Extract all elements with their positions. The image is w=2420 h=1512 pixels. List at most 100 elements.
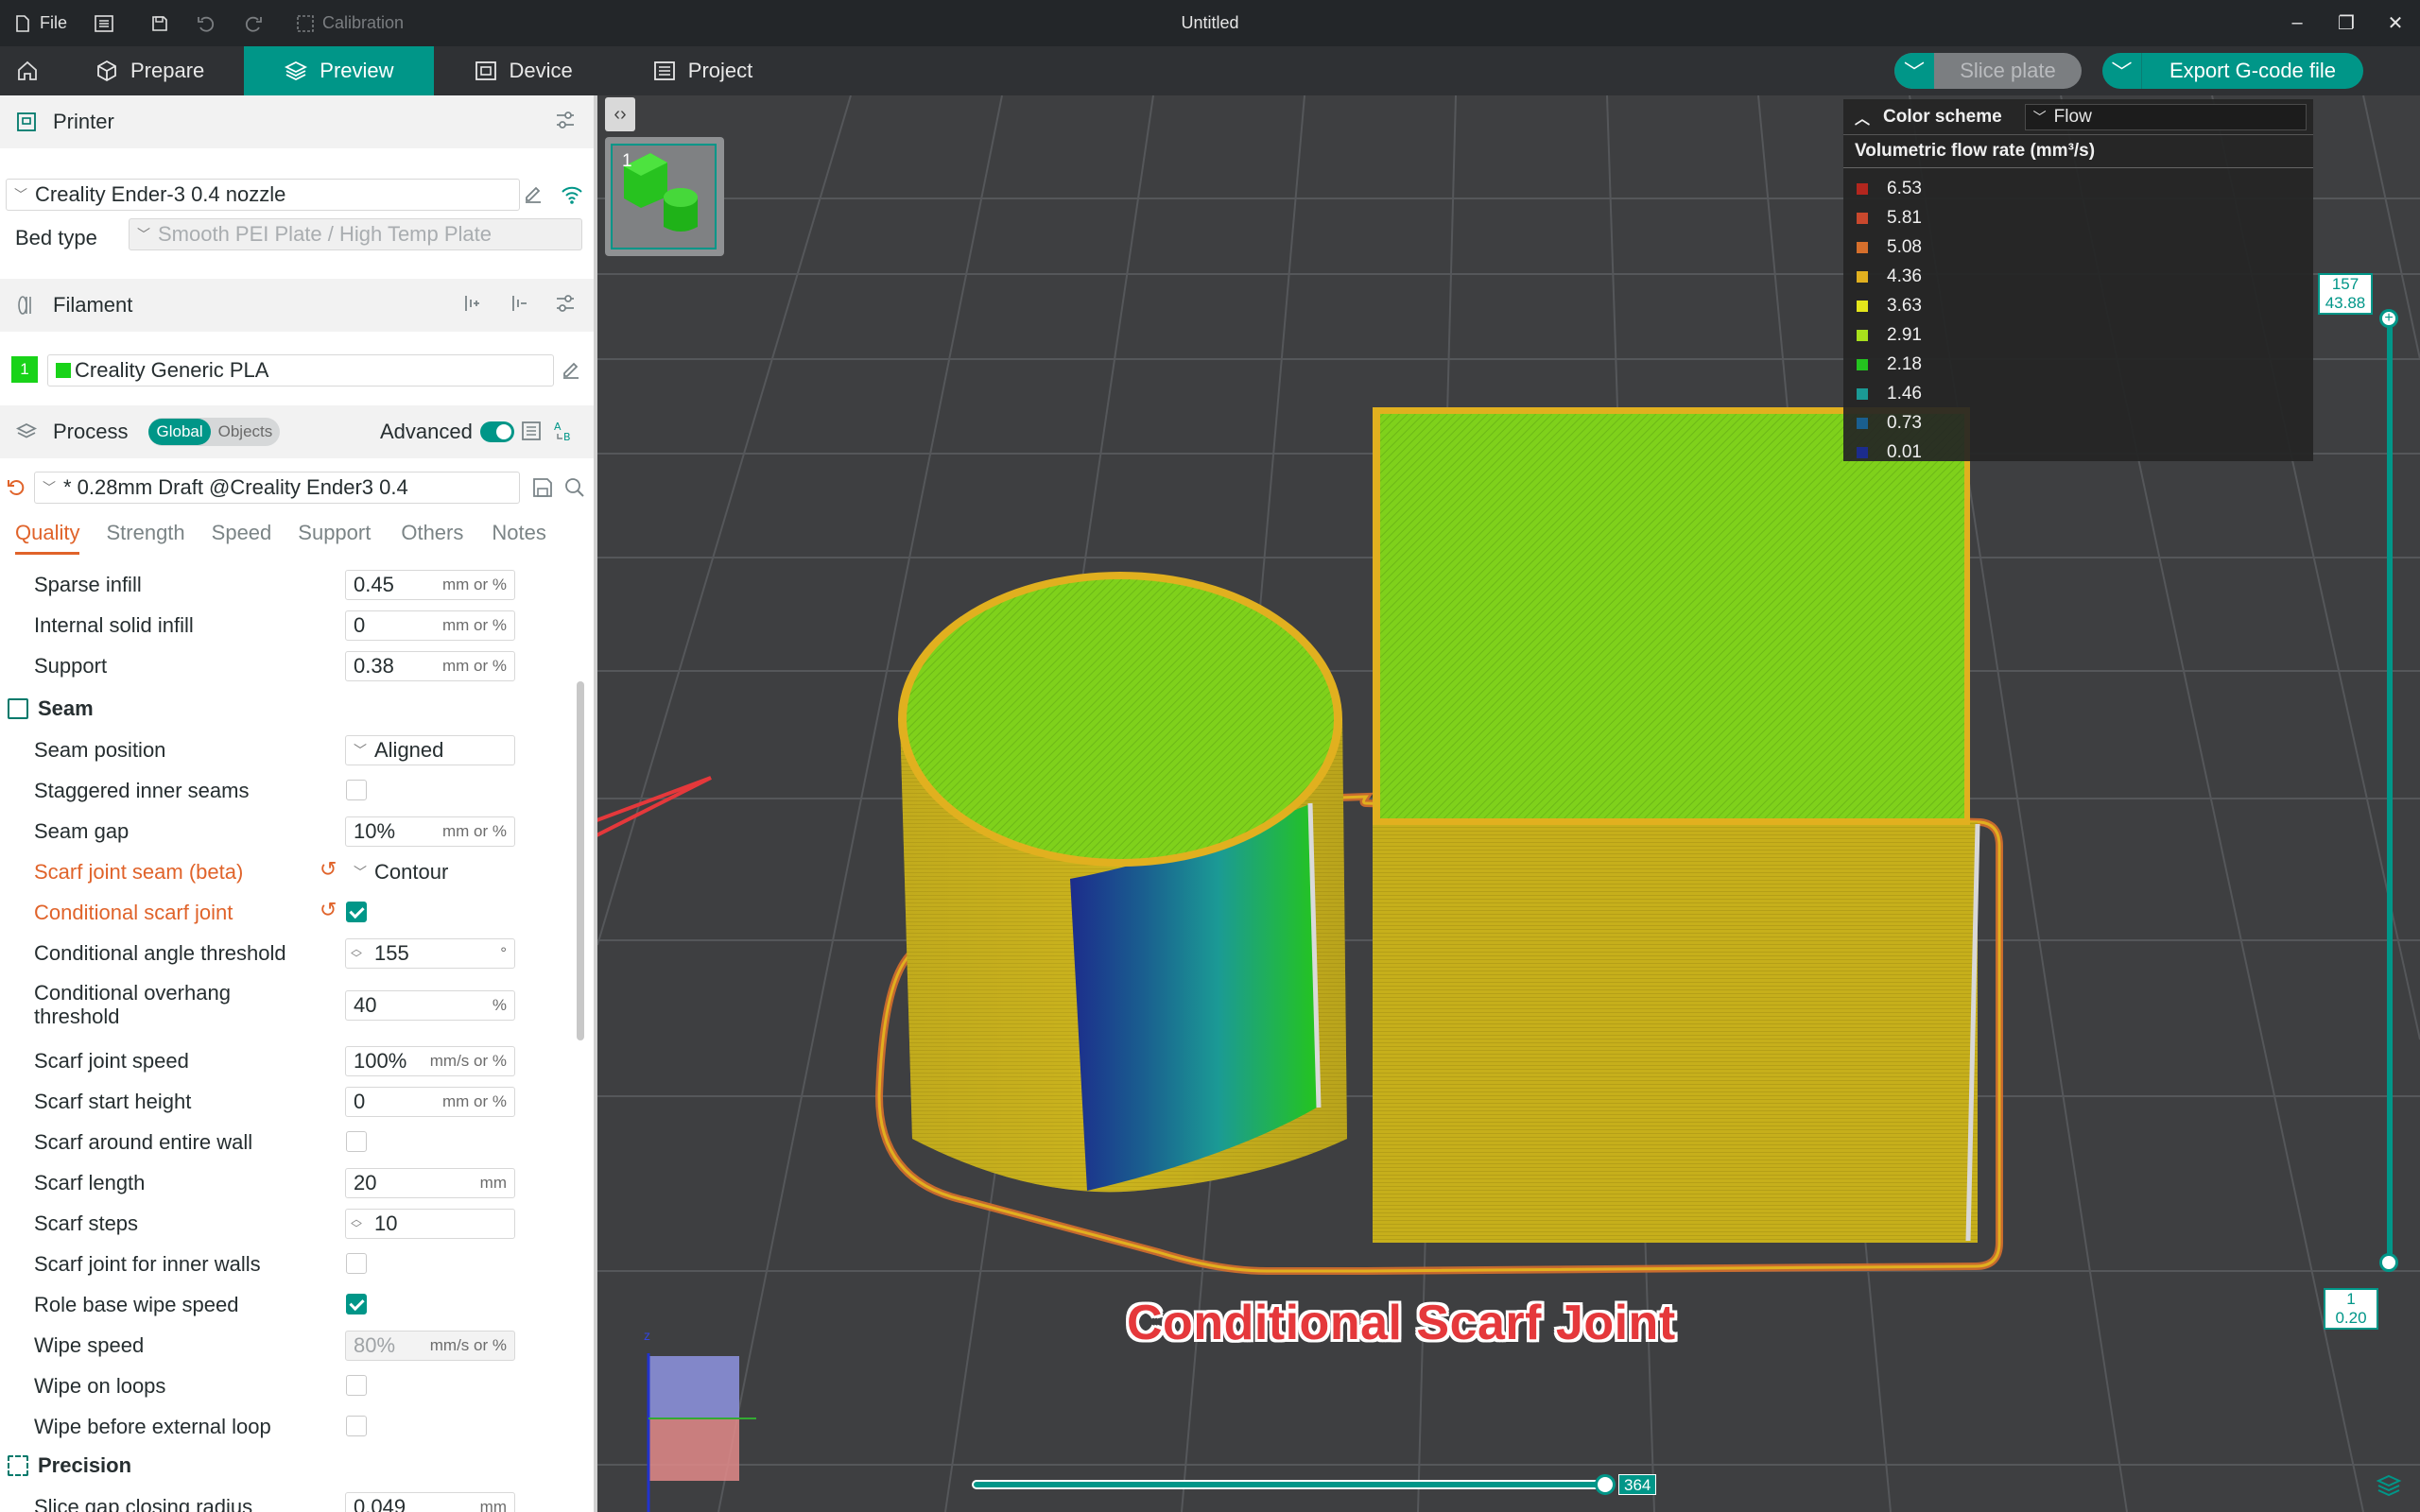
- tab-device[interactable]: Device: [434, 46, 613, 95]
- tab-notes[interactable]: Notes: [492, 521, 545, 558]
- compare-icon[interactable]: [520, 419, 544, 443]
- stepper-icon[interactable]: ︿ ﹀: [346, 1213, 367, 1234]
- plate-thumbnail[interactable]: 1: [611, 144, 717, 249]
- tab-strength[interactable]: Strength: [106, 521, 184, 558]
- stepper-icon[interactable]: ︿ ﹀: [346, 943, 367, 964]
- conditional-scarf-joint-checkbox[interactable]: [346, 902, 367, 922]
- legend-item: 6.53: [1843, 174, 2313, 203]
- tab-preview[interactable]: Preview: [244, 46, 434, 95]
- reset-icon[interactable]: [6, 477, 26, 498]
- menu-button[interactable]: [80, 0, 128, 46]
- slice-plate-button[interactable]: ﹀ Slice plate: [1894, 53, 2082, 89]
- layer-slider-bottom-handle[interactable]: [2379, 1253, 2398, 1272]
- scarf-start-height-input[interactable]: 0 mm or %: [345, 1087, 515, 1117]
- scarf-joint-inner-walls-checkbox[interactable]: [346, 1253, 367, 1274]
- reset-icon[interactable]: ↺: [320, 898, 337, 922]
- collapse-legend-icon[interactable]: ︿: [1855, 106, 1870, 129]
- scarf-length-input[interactable]: 20 mm: [345, 1168, 515, 1198]
- settings-scrollbar[interactable]: [577, 681, 584, 1040]
- toggle-objects[interactable]: Objects: [211, 419, 281, 445]
- cube-icon: [97, 60, 116, 82]
- wipe-speed-input[interactable]: 80% mm/s or %: [345, 1331, 515, 1361]
- toggle-global[interactable]: Global: [148, 419, 211, 445]
- legend-title: Volumetric flow rate (mm³/s): [1843, 135, 2313, 168]
- process-preset-select[interactable]: ﹀ * 0.28mm Draft @Creality Ender3 0.4: [34, 472, 520, 504]
- chevron-down-icon[interactable]: ﹀: [1894, 53, 1934, 89]
- search-replace-icon[interactable]: AB: [552, 419, 577, 443]
- scarf-around-entire-wall-checkbox[interactable]: [346, 1131, 367, 1152]
- filament-header-label: Filament: [53, 293, 133, 317]
- staggered-inner-seams-checkbox[interactable]: [346, 780, 367, 800]
- top-layer-number: 157: [2331, 275, 2360, 293]
- save-button[interactable]: [137, 0, 182, 46]
- home-button[interactable]: [0, 46, 55, 95]
- scarf-joint-seam-select[interactable]: ﹀ Contour: [345, 857, 515, 887]
- restore-icon[interactable]: ❐: [2322, 0, 2371, 46]
- add-filament-icon[interactable]: [459, 292, 482, 315]
- svg-text:B: B: [563, 431, 571, 443]
- tab-quality[interactable]: Quality: [15, 521, 80, 555]
- seam-position-select[interactable]: ﹀ Aligned: [345, 735, 515, 765]
- search-icon[interactable]: [563, 476, 586, 499]
- tab-others[interactable]: Others: [401, 521, 463, 558]
- export-gcode-button[interactable]: ﹀ Export G-code file: [2102, 53, 2363, 89]
- tab-support[interactable]: Support: [298, 521, 371, 558]
- save-icon[interactable]: [531, 476, 554, 499]
- undo-icon: [198, 16, 215, 32]
- collapse-sidebar-button[interactable]: ‹›: [605, 97, 635, 131]
- edit-icon[interactable]: [560, 359, 582, 382]
- reset-icon[interactable]: ↺: [320, 857, 337, 882]
- edit-icon[interactable]: [522, 183, 544, 206]
- remove-filament-icon[interactable]: [507, 292, 529, 315]
- bed-type-select[interactable]: ﹀ Smooth PEI Plate / High Temp Plate: [129, 218, 582, 250]
- legend-item: 2.91: [1843, 320, 2313, 350]
- close-icon[interactable]: ✕: [2371, 0, 2420, 46]
- annotation-caption: Conditional Scarf Joint: [1127, 1296, 1676, 1350]
- axis-gizmo: [647, 1353, 756, 1512]
- filament-select[interactable]: Creality Generic PLA: [47, 354, 554, 387]
- seam-position-label: Seam position: [34, 738, 166, 762]
- minimize-icon[interactable]: –: [2273, 0, 2322, 46]
- calibration-menu[interactable]: Calibration: [283, 0, 417, 46]
- printer-select[interactable]: ﹀ Creality Ender-3 0.4 nozzle: [6, 179, 520, 211]
- legend-value: 1.46: [1887, 383, 1922, 404]
- wipe-before-external-loop-checkbox[interactable]: [346, 1416, 367, 1436]
- file-icon: [16, 14, 29, 32]
- slice-gap-closing-radius-input[interactable]: 0.049 mm: [345, 1492, 515, 1512]
- global-objects-toggle[interactable]: Global Objects: [148, 418, 281, 446]
- legend-swatch: [1857, 417, 1868, 429]
- tab-prepare[interactable]: Prepare: [55, 46, 244, 95]
- advanced-label: Advanced: [380, 420, 473, 443]
- layer-slider-top-handle[interactable]: +: [2379, 309, 2398, 328]
- support-input[interactable]: 0.38 mm or %: [345, 651, 515, 681]
- cylinder-top-surface: [907, 579, 1334, 859]
- wifi-icon[interactable]: [560, 182, 584, 207]
- unit-label: mm/s or %: [429, 1336, 507, 1354]
- scarf-steps-input[interactable]: ︿ ﹀ 10: [345, 1209, 515, 1239]
- layers-icon[interactable]: [2375, 1471, 2403, 1500]
- internal-solid-infill-input[interactable]: 0 mm or %: [345, 610, 515, 641]
- sliders-icon[interactable]: [554, 109, 577, 131]
- sliders-icon[interactable]: [554, 292, 577, 315]
- move-slider-track[interactable]: [972, 1480, 1605, 1489]
- scarf-joint-speed-input[interactable]: 100% mm/s or %: [345, 1046, 515, 1076]
- undo-button[interactable]: [182, 0, 230, 46]
- 3d-viewport[interactable]: ‹› 1 Conditional Scarf Joint z ︿ Color s…: [597, 95, 2420, 1512]
- layer-slider-track[interactable]: [2387, 316, 2393, 1261]
- tab-speed[interactable]: Speed: [212, 521, 272, 558]
- tab-project[interactable]: Project: [613, 46, 792, 95]
- seam-gap-input[interactable]: 10% mm or %: [345, 816, 515, 847]
- redo-button[interactable]: [230, 0, 277, 46]
- role-base-wipe-speed-checkbox[interactable]: [346, 1294, 367, 1314]
- plate-number: 1: [622, 151, 632, 171]
- wipe-on-loops-checkbox[interactable]: [346, 1375, 367, 1396]
- move-slider-handle[interactable]: [1595, 1474, 1616, 1495]
- conditional-angle-threshold-input[interactable]: ︿ ﹀ 155 °: [345, 938, 515, 969]
- advanced-toggle[interactable]: [480, 421, 514, 442]
- conditional-overhang-threshold-input[interactable]: 40%: [345, 990, 515, 1021]
- color-scheme-select[interactable]: ﹀ Flow: [2024, 103, 2307, 130]
- sparse-infill-input[interactable]: 0.45 mm or %: [345, 570, 515, 600]
- file-menu[interactable]: File: [0, 0, 80, 46]
- filament-slot-badge[interactable]: 1: [11, 356, 38, 383]
- chevron-down-icon[interactable]: ﹀: [2102, 53, 2142, 89]
